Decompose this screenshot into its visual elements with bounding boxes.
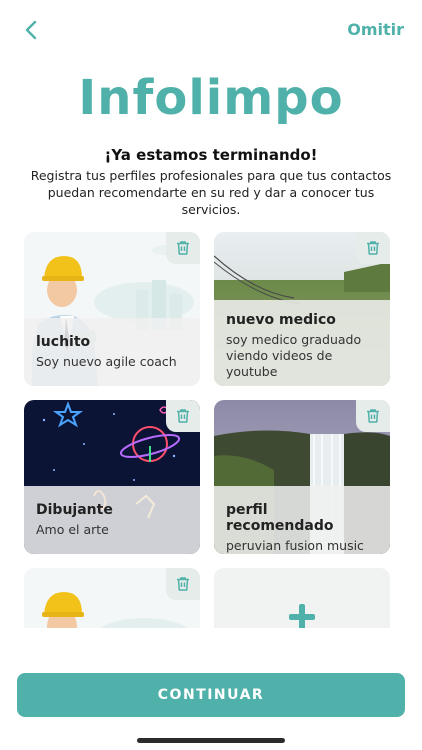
profile-card[interactable]: perfil recomendado peruvian fusion music — [214, 400, 390, 554]
profile-name: perfil recomendado — [226, 502, 334, 534]
profile-description: Amo el arte — [36, 522, 109, 537]
trash-icon — [367, 409, 379, 423]
chevron-left-icon — [25, 20, 37, 40]
trash-icon — [177, 241, 189, 255]
delete-button[interactable] — [356, 400, 390, 432]
profile-description: peruvian fusion music — [226, 538, 364, 553]
profile-card[interactable] — [24, 568, 200, 628]
trash-icon — [367, 241, 379, 255]
intro-description: Registra tus perfiles profesionales para… — [30, 168, 392, 217]
delete-button[interactable] — [166, 400, 200, 432]
top-bar: Omitir — [0, 0, 422, 60]
profile-description: Soy nuevo agile coach — [36, 354, 177, 369]
headline: ¡Ya estamos terminando! — [104, 146, 318, 164]
plus-icon — [289, 604, 315, 628]
continue-button[interactable]: CONTINUAR — [17, 673, 405, 717]
profile-card-info: nuevo medico soy medico graduado viendo … — [214, 300, 390, 386]
profile-card[interactable]: nuevo medico soy medico graduado viendo … — [214, 232, 390, 386]
delete-button[interactable] — [166, 232, 200, 264]
profile-card-info: Dibujante Amo el arte — [24, 486, 200, 554]
profile-name: luchito — [36, 334, 91, 350]
add-profile-card[interactable] — [214, 568, 390, 628]
trash-icon — [177, 577, 189, 591]
delete-button[interactable] — [166, 568, 200, 600]
back-button[interactable] — [20, 18, 44, 42]
delete-button[interactable] — [356, 232, 390, 264]
trash-icon — [177, 409, 189, 423]
add-profile-button[interactable] — [287, 602, 317, 628]
profile-card[interactable]: Dibujante Amo el arte — [24, 400, 200, 554]
profile-card-info: perfil recomendado peruvian fusion music — [214, 486, 390, 554]
profile-name: Dibujante — [36, 502, 113, 518]
profile-grid: luchito Soy nuevo agile coach nuevo medi… — [24, 232, 390, 628]
brand-logo: Infolimpo — [78, 70, 344, 126]
profile-description: soy medico graduado viendo videos de you… — [226, 332, 362, 379]
home-indicator — [137, 738, 285, 743]
profile-card[interactable]: luchito Soy nuevo agile coach — [24, 232, 200, 386]
profile-card-info: luchito Soy nuevo agile coach — [24, 318, 200, 386]
skip-button[interactable]: Omitir — [347, 20, 404, 39]
profile-name: nuevo medico — [226, 312, 336, 328]
